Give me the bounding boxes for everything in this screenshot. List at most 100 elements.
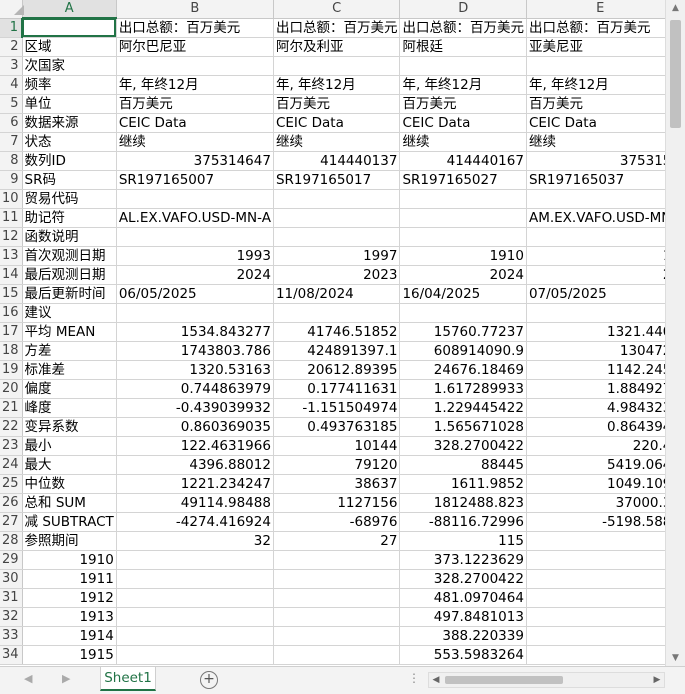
cell-d17[interactable]: 15760.77237 [399, 322, 527, 342]
column-header-a[interactable]: A [22, 0, 117, 19]
cell-e31[interactable] [526, 588, 665, 608]
row-header[interactable]: 4 [0, 75, 23, 95]
cell-c33[interactable] [273, 626, 401, 646]
cell-c8[interactable]: 414440137 [273, 151, 401, 171]
row-header[interactable]: 8 [0, 151, 23, 171]
sheet-tab-sheet1[interactable]: Sheet1 [100, 667, 156, 691]
cell-e26[interactable]: 37000.3 [526, 493, 665, 513]
cell-d28[interactable]: 115 [399, 531, 527, 551]
cell-e16[interactable] [526, 303, 665, 323]
column-header-e[interactable]: E [526, 0, 665, 19]
cell-c7[interactable]: 继续 [273, 132, 401, 152]
cell-a21[interactable]: 峰度 [22, 398, 117, 418]
cell-a11[interactable]: 助记符 [22, 208, 117, 228]
cell-d27[interactable]: -88116.72996 [399, 512, 527, 532]
cell-c9[interactable]: SR197165017 [273, 170, 401, 190]
cell-d14[interactable]: 2024 [399, 265, 527, 285]
cell-a30[interactable]: 1911 [22, 569, 117, 589]
cell-b25[interactable]: 1221.234247 [116, 474, 274, 494]
cell-b23[interactable]: 122.4631966 [116, 436, 274, 456]
cell-d21[interactable]: 1.229445422 [399, 398, 527, 418]
cell-d19[interactable]: 24676.18469 [399, 360, 527, 380]
cell-d11[interactable] [399, 208, 527, 228]
row-header[interactable]: 3 [0, 56, 23, 76]
cell-c34[interactable] [273, 645, 401, 665]
cell-b1[interactable]: 出口总额：百万美元 [116, 18, 274, 38]
cell-e12[interactable] [526, 227, 665, 247]
cell-b15[interactable]: 06/05/2025 [116, 284, 274, 304]
cell-e17[interactable]: 1321.440 [526, 322, 665, 342]
cell-a33[interactable]: 1914 [22, 626, 117, 646]
cell-a8[interactable]: 数列ID [22, 151, 117, 171]
row-header[interactable]: 15 [0, 284, 23, 304]
cell-d23[interactable]: 328.2700422 [399, 436, 527, 456]
scroll-up-icon[interactable]: ▲ [666, 0, 685, 16]
cell-a17[interactable]: 平均 MEAN [22, 322, 117, 342]
cell-d15[interactable]: 16/04/2025 [399, 284, 527, 304]
row-header[interactable]: 1 [0, 18, 24, 38]
horizontal-scroll-thumb[interactable] [445, 676, 563, 684]
row-header[interactable]: 6 [0, 113, 23, 133]
cell-d29[interactable]: 373.1223629 [399, 550, 527, 570]
cell-a19[interactable]: 标准差 [22, 360, 117, 380]
row-header[interactable]: 2 [0, 37, 23, 57]
cell-c19[interactable]: 20612.89395 [273, 360, 401, 380]
select-all-corner[interactable] [0, 0, 24, 19]
cell-a12[interactable]: 函数说明 [22, 227, 117, 247]
cell-b11[interactable]: AL.EX.VAFO.USD-MN-A [116, 208, 274, 228]
cell-e33[interactable] [526, 626, 665, 646]
cell-c28[interactable]: 27 [273, 531, 401, 551]
sheet-nav-prev-icon[interactable]: ◀ [24, 672, 32, 685]
scroll-left-icon[interactable]: ◀ [429, 673, 443, 687]
cell-d13[interactable]: 1910 [399, 246, 527, 266]
row-header[interactable]: 30 [0, 569, 23, 589]
cell-b8[interactable]: 375314647 [116, 151, 274, 171]
cell-e3[interactable] [526, 56, 665, 76]
row-header[interactable]: 22 [0, 417, 23, 437]
scroll-down-icon[interactable]: ▼ [666, 650, 685, 666]
cell-c20[interactable]: 0.177411631 [273, 379, 401, 399]
cell-a16[interactable]: 建议 [22, 303, 117, 323]
cell-e34[interactable] [526, 645, 665, 665]
cell-e9[interactable]: SR197165037 [526, 170, 665, 190]
row-header[interactable]: 25 [0, 474, 23, 494]
cell-d22[interactable]: 1.565671028 [399, 417, 527, 437]
cell-c4[interactable]: 年, 年终12月 [273, 75, 401, 95]
cell-d26[interactable]: 1812488.823 [399, 493, 527, 513]
cell-a2[interactable]: 区域 [22, 37, 117, 57]
cell-a29[interactable]: 1910 [22, 550, 117, 570]
cell-a18[interactable]: 方差 [22, 341, 117, 361]
cell-c13[interactable]: 1997 [273, 246, 401, 266]
cell-b31[interactable] [116, 588, 274, 608]
cell-table[interactable]: ABCDE 1 出口总额：百万美元 出口总额：百万美元 出口总额：百万美元 出口总额：百… [0, 0, 665, 665]
row-header[interactable]: 26 [0, 493, 23, 513]
cell-c17[interactable]: 41746.51852 [273, 322, 401, 342]
cell-c25[interactable]: 38637 [273, 474, 401, 494]
cell-d25[interactable]: 1611.9852 [399, 474, 527, 494]
cell-a14[interactable]: 最后观测日期 [22, 265, 117, 285]
cell-b17[interactable]: 1534.843277 [116, 322, 274, 342]
cell-a24[interactable]: 最大 [22, 455, 117, 475]
cell-c10[interactable] [273, 189, 401, 209]
cell-d12[interactable] [399, 227, 527, 247]
cell-b5[interactable]: 百万美元 [116, 94, 274, 114]
cell-c1[interactable]: 出口总额：百万美元 [273, 18, 401, 38]
row-header[interactable]: 14 [0, 265, 23, 285]
cell-a32[interactable]: 1913 [22, 607, 117, 627]
row-header[interactable]: 24 [0, 455, 23, 475]
cell-b24[interactable]: 4396.88012 [116, 455, 274, 475]
cell-e15[interactable]: 07/05/2025 [526, 284, 665, 304]
cell-e22[interactable]: 0.864394 [526, 417, 665, 437]
cell-a13[interactable]: 首次观测日期 [22, 246, 117, 266]
cell-d3[interactable] [399, 56, 527, 76]
cell-b2[interactable]: 阿尔巴尼亚 [116, 37, 274, 57]
cell-e28[interactable] [526, 531, 665, 551]
cell-e25[interactable]: 1049.109 [526, 474, 665, 494]
cell-c3[interactable] [273, 56, 401, 76]
cell-a23[interactable]: 最小 [22, 436, 117, 456]
cell-e7[interactable]: 继续 [526, 132, 665, 152]
cell-c32[interactable] [273, 607, 401, 627]
row-header[interactable]: 29 [0, 550, 23, 570]
cell-a9[interactable]: SR码 [22, 170, 117, 190]
cell-c30[interactable] [273, 569, 401, 589]
